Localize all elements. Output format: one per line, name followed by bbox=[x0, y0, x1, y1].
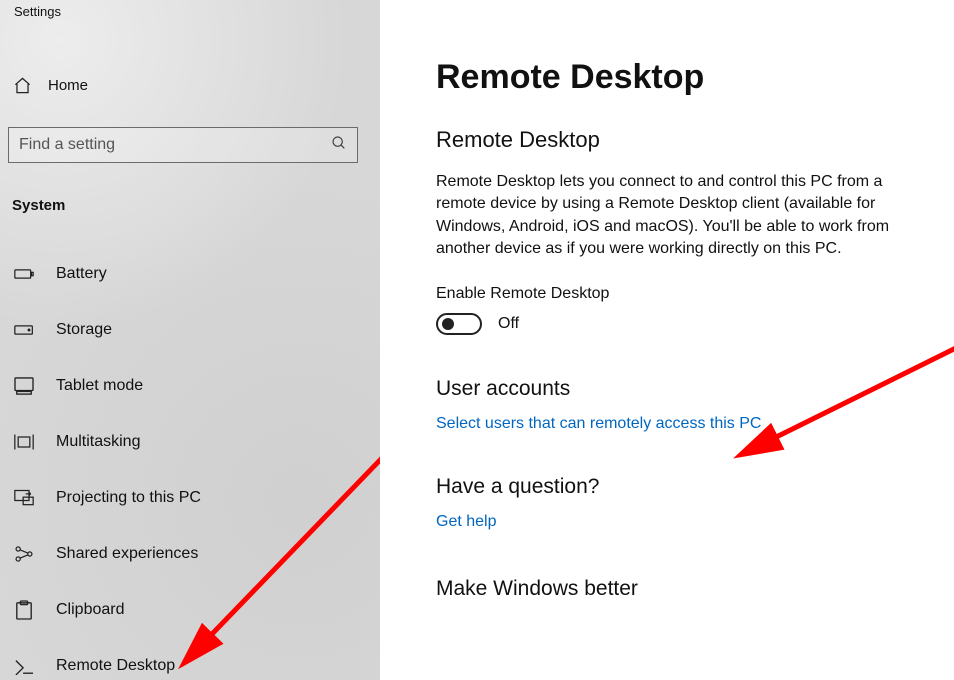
home-icon bbox=[12, 75, 32, 95]
annotation-arrow-2 bbox=[730, 340, 954, 480]
sidebar-item-tablet-mode[interactable]: Tablet mode bbox=[8, 358, 372, 414]
tablet-icon bbox=[14, 376, 34, 396]
sidebar-item-clipboard[interactable]: Clipboard bbox=[8, 582, 372, 638]
search-input[interactable] bbox=[8, 127, 358, 163]
battery-icon bbox=[14, 264, 34, 284]
sidebar-item-label: Battery bbox=[56, 265, 107, 283]
multitasking-icon bbox=[14, 432, 34, 452]
sidebar-category-label: System bbox=[8, 197, 372, 214]
page-title: Remote Desktop bbox=[436, 58, 922, 97]
remote-desktop-icon bbox=[14, 656, 34, 676]
get-help-link[interactable]: Get help bbox=[436, 513, 922, 531]
storage-icon bbox=[14, 320, 34, 340]
sidebar-item-label: Projecting to this PC bbox=[56, 489, 201, 507]
search-icon bbox=[331, 135, 347, 156]
sidebar-item-label: Tablet mode bbox=[56, 377, 143, 395]
section-title-user-accounts: User accounts bbox=[436, 377, 922, 401]
sidebar-item-label: Clipboard bbox=[56, 601, 124, 619]
clipboard-icon bbox=[14, 600, 34, 620]
enable-remote-desktop-toggle[interactable] bbox=[436, 313, 482, 335]
sidebar-item-remote-desktop[interactable]: Remote Desktop bbox=[8, 638, 372, 680]
sidebar-item-label: Shared experiences bbox=[56, 545, 198, 563]
section-title-remote-desktop: Remote Desktop bbox=[436, 127, 922, 153]
sidebar-item-multitasking[interactable]: Multitasking bbox=[8, 414, 372, 470]
settings-sidebar: Settings Home System Battery bbox=[0, 0, 380, 680]
section-title-question: Have a question? bbox=[436, 475, 922, 499]
sidebar-item-storage[interactable]: Storage bbox=[8, 302, 372, 358]
sidebar-item-label: Multitasking bbox=[56, 433, 140, 451]
remote-desktop-description: Remote Desktop lets you connect to and c… bbox=[436, 171, 922, 261]
app-title: Settings bbox=[8, 4, 372, 19]
sidebar-item-shared-experiences[interactable]: Shared experiences bbox=[8, 526, 372, 582]
toggle-state-label: Off bbox=[498, 315, 519, 333]
sidebar-item-battery[interactable]: Battery bbox=[8, 246, 372, 302]
sidebar-item-label: Storage bbox=[56, 321, 112, 339]
main-content: Remote Desktop Remote Desktop Remote Des… bbox=[380, 0, 954, 680]
section-title-improve: Make Windows better bbox=[436, 577, 922, 601]
shared-icon bbox=[14, 544, 34, 564]
sidebar-item-projecting[interactable]: Projecting to this PC bbox=[8, 470, 372, 526]
select-users-link[interactable]: Select users that can remotely access th… bbox=[436, 415, 922, 433]
search-input-field[interactable] bbox=[19, 136, 331, 154]
projecting-icon bbox=[14, 488, 34, 508]
sidebar-item-label: Remote Desktop bbox=[56, 657, 175, 675]
sidebar-home[interactable]: Home bbox=[8, 67, 372, 103]
toggle-label: Enable Remote Desktop bbox=[436, 285, 922, 303]
sidebar-home-label: Home bbox=[48, 77, 88, 94]
